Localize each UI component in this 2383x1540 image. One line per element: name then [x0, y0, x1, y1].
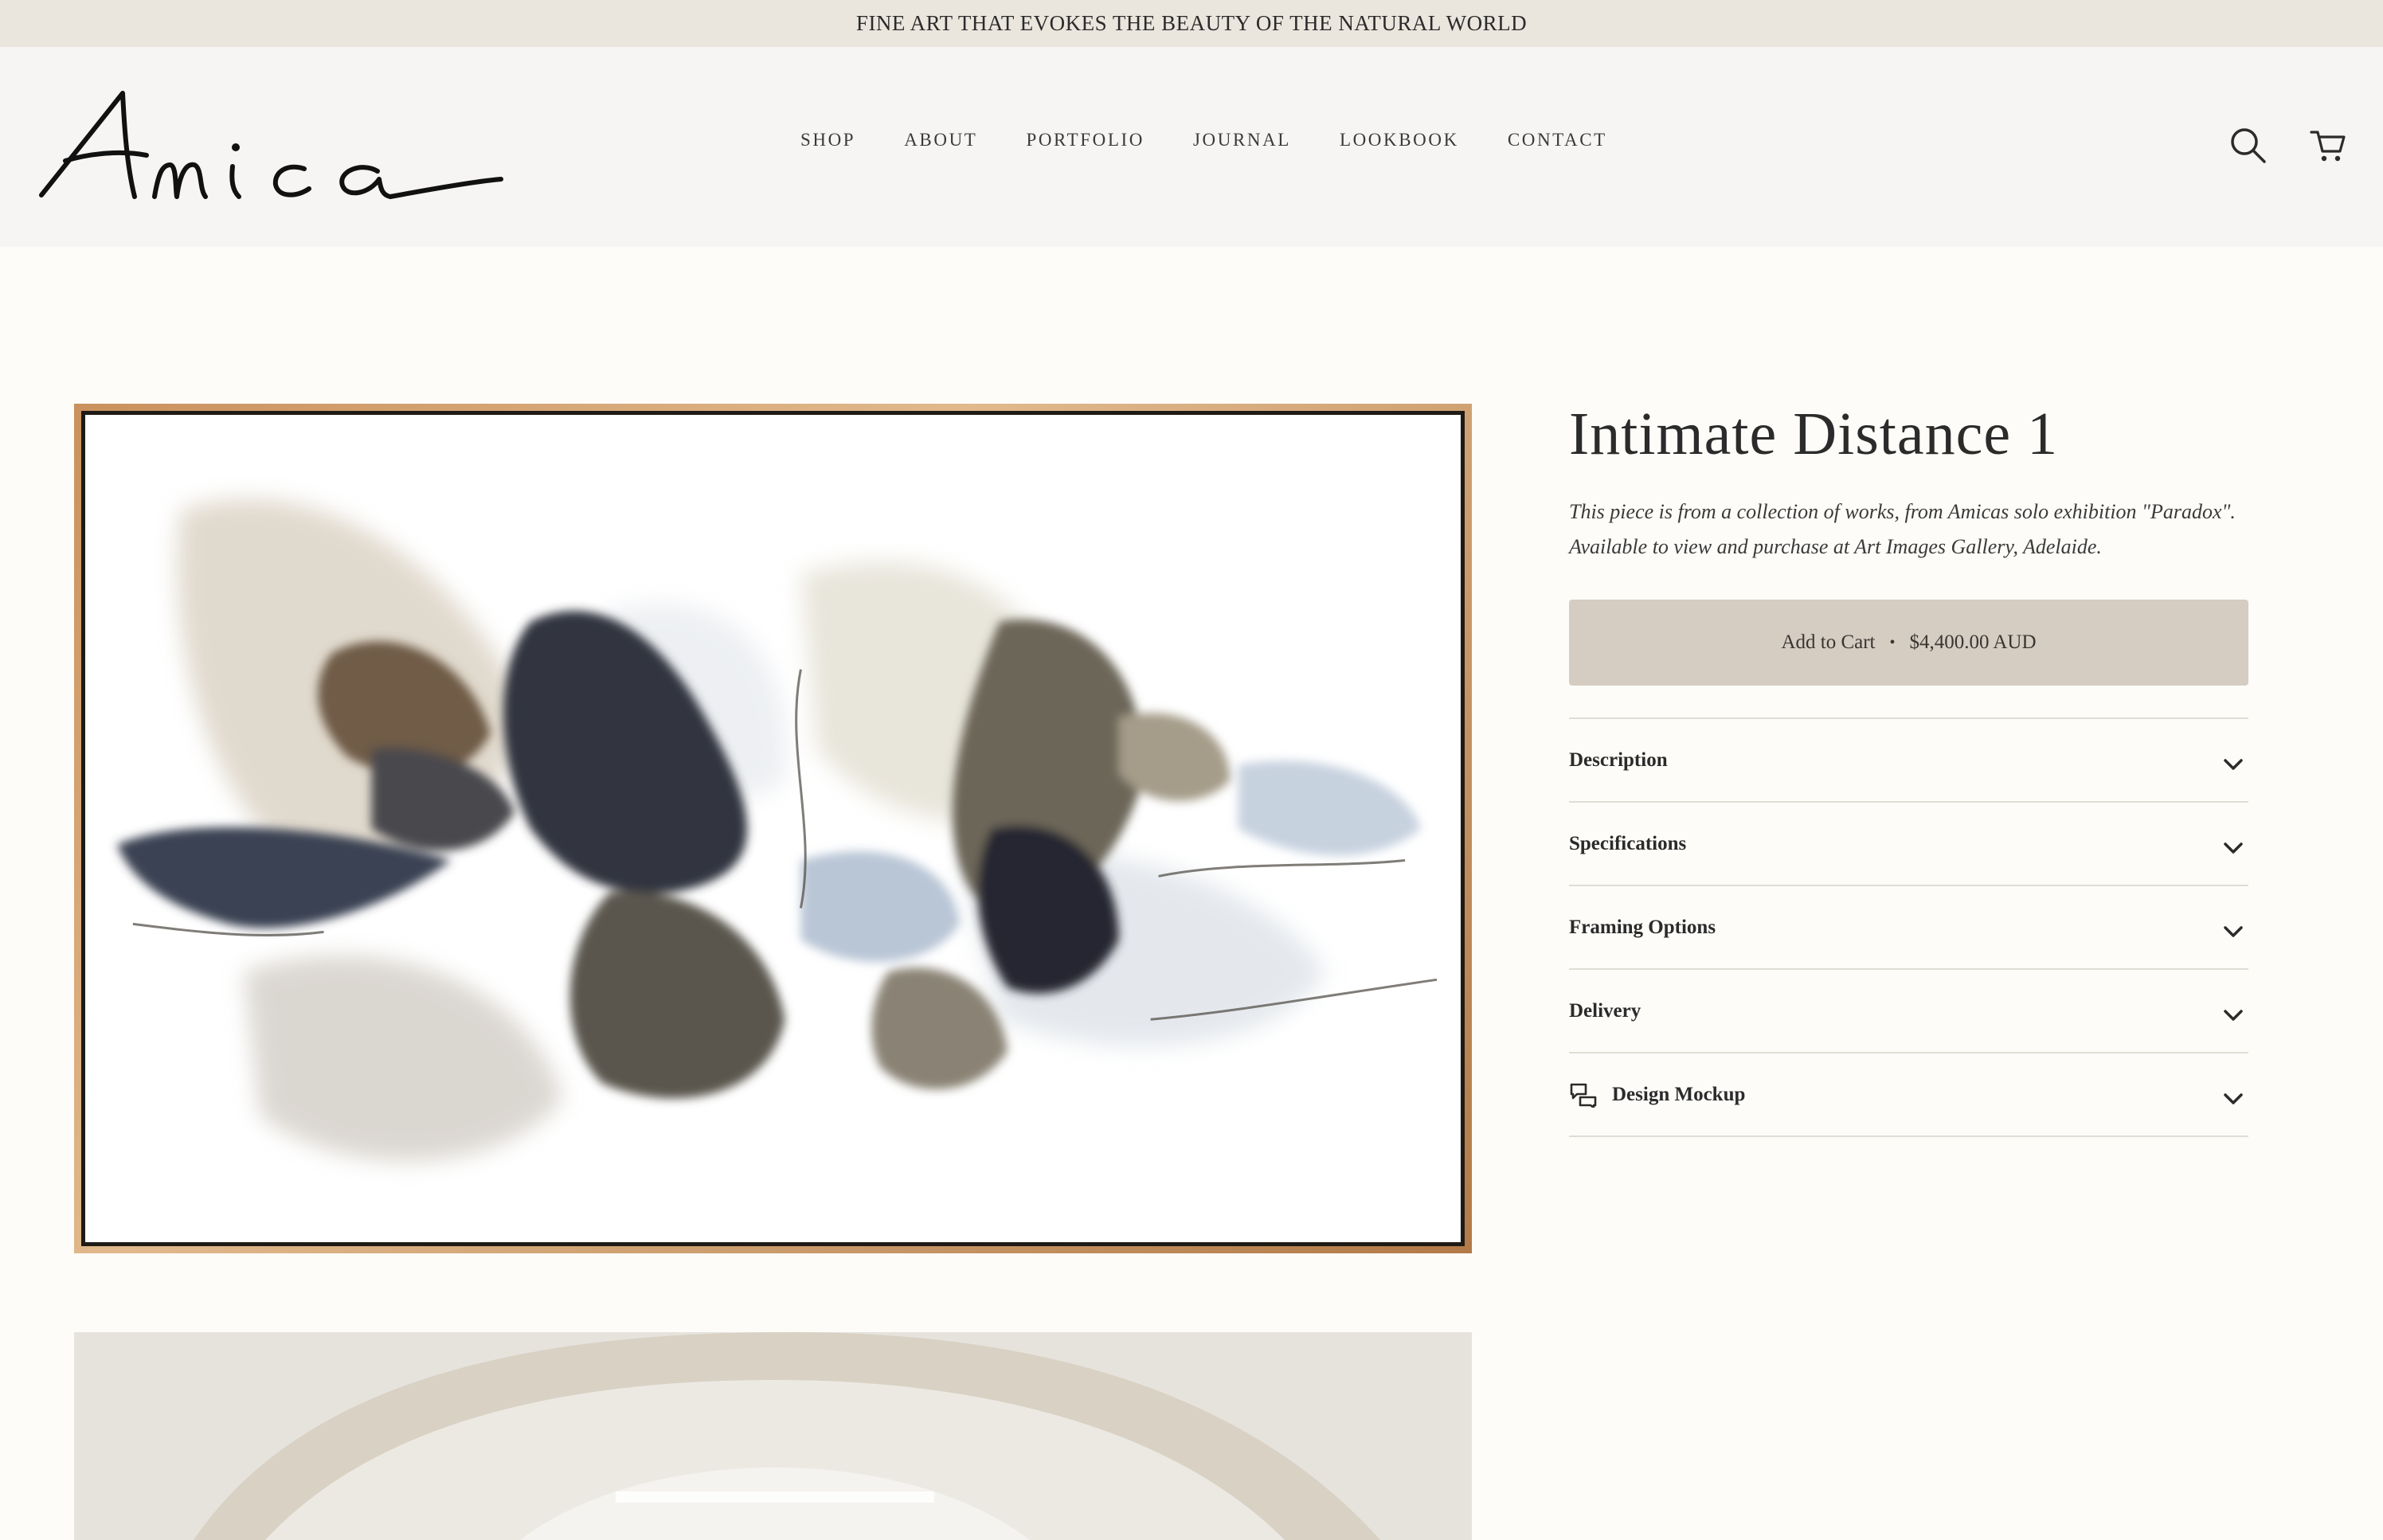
add-to-cart-label: Add to Cart [1781, 631, 1876, 654]
chevron-down-icon [2224, 842, 2243, 854]
nav-about[interactable]: ABOUT [904, 130, 977, 150]
nav-journal[interactable]: JOURNAL [1193, 130, 1291, 150]
artwork-illustration [116, 498, 1438, 1161]
nav-contact[interactable]: CONTACT [1508, 130, 1607, 150]
description-line-2: Available to view and purchase at Art Im… [1569, 535, 2102, 559]
price-separator: • [1889, 633, 1896, 651]
accordion-label: Specifications [1569, 832, 1687, 854]
accordion-delivery[interactable]: Delivery [1569, 970, 2248, 1054]
accordion-framing-options[interactable]: Framing Options [1569, 886, 2248, 971]
product-description: This piece is from a collection of works… [1569, 494, 2248, 565]
announcement-text: FINE ART THAT EVOKES THE BEAUTY OF THE N… [855, 11, 1528, 35]
product-price: $4,400.00 AUD [1909, 631, 2037, 654]
announcement-bar: FINE ART THAT EVOKES THE BEAUTY OF THE N… [0, 0, 2383, 47]
accordion-label: Framing Options [1569, 916, 1716, 938]
cart-button[interactable] [2308, 126, 2348, 166]
chevron-down-icon [2224, 1009, 2243, 1021]
nav-shop[interactable]: SHOP [800, 130, 855, 150]
chevron-down-icon [2224, 1092, 2243, 1104]
accordion-label: Description [1569, 749, 1668, 771]
amica-logo-icon [39, 91, 503, 199]
chevron-down-icon [2224, 758, 2243, 770]
main-nav: SHOP ABOUT PORTFOLIO JOURNAL LOOKBOOK CO… [800, 130, 1607, 150]
accordion-label: Design Mockup [1612, 1083, 1746, 1105]
description-line-1: This piece is from a collection of works… [1569, 500, 2236, 524]
accordion-specifications[interactable]: Specifications [1569, 803, 2248, 887]
accordion-description[interactable]: Description [1569, 719, 2248, 803]
accordion-label: Delivery [1569, 999, 1641, 1022]
nav-lookbook[interactable]: LOOKBOOK [1340, 130, 1459, 150]
search-button[interactable] [2228, 126, 2268, 166]
product-image-main[interactable] [74, 404, 1472, 1253]
product-info: Intimate Distance 1 This piece is from a… [1569, 398, 2248, 1138]
chevron-down-icon [2224, 925, 2243, 937]
brand-logo[interactable] [35, 77, 505, 217]
product-image-secondary[interactable] [74, 1332, 1472, 1540]
interior-arch-photo [74, 1332, 1472, 1540]
search-icon [2231, 128, 2266, 163]
cart-icon [2310, 131, 2346, 162]
site-header: SHOP ABOUT PORTFOLIO JOURNAL LOOKBOOK CO… [0, 47, 2383, 247]
artwork-canvas [81, 411, 1465, 1246]
accordion-label-with-icon: Design Mockup [1569, 1082, 1745, 1108]
accordion-design-mockup[interactable]: Design Mockup [1569, 1053, 2248, 1138]
add-to-cart-button[interactable]: Add to Cart • $4,400.00 AUD [1569, 600, 2248, 686]
product-title: Intimate Distance 1 [1569, 401, 2059, 467]
nav-portfolio[interactable]: PORTFOLIO [1026, 130, 1145, 150]
product-accordion: Description Specifications Framing Optio… [1569, 717, 2248, 1138]
chat-bubbles-icon [1570, 1083, 1597, 1108]
